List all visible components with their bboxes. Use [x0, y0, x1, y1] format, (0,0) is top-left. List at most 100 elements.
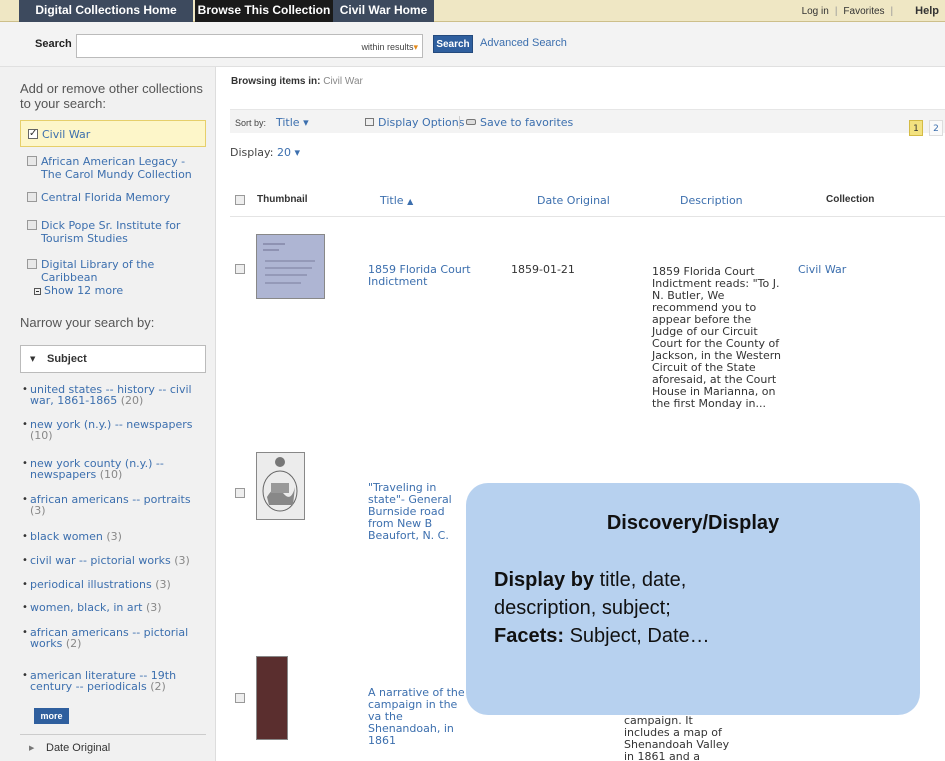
subject-item[interactable]: • african americans -- portraits (3): [22, 494, 206, 516]
triangle-down-icon: ▼: [30, 355, 36, 363]
collection-label: Civil War: [42, 128, 91, 141]
divider: [459, 116, 460, 129]
display-value: 20: [276, 146, 291, 159]
chevron-down-icon: ▾: [413, 42, 418, 52]
subject-label: periodical illustrations: [30, 578, 152, 591]
result-title-link[interactable]: A narrative of the campaign in the va th…: [368, 687, 472, 747]
tab-digital-collections-home[interactable]: Digital Collections Home: [19, 0, 193, 22]
collection-item-digital-library-caribbean[interactable]: Digital Library of the Caribbean: [20, 258, 206, 284]
callout-facets-text: Subject, Date…: [564, 625, 710, 647]
tab-browse-this-collection[interactable]: Browse This Collection: [195, 0, 333, 22]
page-2-button[interactable]: 2: [929, 120, 943, 136]
tab-civil-war-home[interactable]: Civil War Home: [333, 0, 434, 22]
subject-item[interactable]: • african americans -- pictorial works (2…: [22, 626, 206, 650]
advanced-search-link[interactable]: Advanced Search: [480, 37, 567, 49]
subject-item[interactable]: • women, black, in art (3): [22, 601, 206, 614]
subject-item[interactable]: • american literature -- 19th century -- …: [22, 670, 206, 692]
subject-item[interactable]: • united states -- history -- civil war, …: [22, 384, 206, 406]
subject-item[interactable]: • black women (3): [22, 531, 206, 542]
display-options-link[interactable]: Display Options: [378, 116, 465, 129]
sort-ascending-icon: ▲: [407, 197, 414, 206]
checkbox-icon[interactable]: [27, 220, 37, 230]
result-title-link[interactable]: "Traveling in state"- General Burnside r…: [368, 482, 468, 542]
checkbox-icon[interactable]: [27, 259, 37, 269]
checkbox-icon[interactable]: [28, 127, 38, 140]
display-count-selector[interactable]: Display: 20 ▾: [230, 146, 300, 159]
subject-item[interactable]: • periodical illustrations (3): [22, 578, 206, 591]
subject-label: women, black, in art: [30, 601, 143, 614]
column-title-label: Title: [380, 194, 404, 207]
callout-display-text: title, date,: [594, 569, 687, 591]
collection-label: Digital Library of the Caribbean: [41, 258, 155, 284]
select-all-checkbox[interactable]: [235, 195, 245, 205]
subject-label: african americans -- pictorial works: [30, 626, 189, 650]
callout-facets-label: Facets:: [494, 625, 565, 647]
favorites-icon: [466, 119, 476, 125]
narrow-search-heading: Narrow your search by:: [20, 315, 155, 330]
page-1-button[interactable]: 1: [909, 120, 923, 136]
separator: |: [834, 6, 838, 17]
result-collection-link[interactable]: Civil War: [798, 264, 846, 276]
search-input[interactable]: within results▾: [76, 34, 423, 58]
subject-item[interactable]: • new york county (n.y.) -- newspapers (1…: [22, 457, 206, 481]
date-original-facet-header[interactable]: ▶ Date Original: [20, 734, 206, 761]
separator: |: [890, 6, 894, 17]
collection-item-civil-war[interactable]: Civil War: [20, 120, 206, 147]
plus-icon: [34, 288, 41, 295]
sidebar: Add or remove other collections to your …: [0, 67, 216, 761]
collection-item-dick-pope[interactable]: Dick Pope Sr. Institute for Tourism Stud…: [20, 219, 206, 245]
thumbnail-image[interactable]: [256, 452, 305, 520]
row-checkbox[interactable]: [235, 693, 245, 703]
row-checkbox[interactable]: [235, 488, 245, 498]
browsing-breadcrumb: Browsing items in: Civil War: [231, 76, 363, 87]
bullet-icon: •: [22, 670, 28, 681]
thumbnail-image[interactable]: [256, 234, 325, 299]
column-description[interactable]: Description: [680, 194, 743, 207]
more-subjects-button[interactable]: more: [34, 708, 69, 724]
bullet-icon: •: [22, 555, 28, 566]
display-options-icon: [365, 118, 374, 126]
sort-value: Title: [276, 116, 300, 129]
bullet-icon: •: [22, 579, 28, 590]
result-title-link[interactable]: 1859 Florida Court Indictment: [368, 264, 488, 288]
subject-facet-header[interactable]: ▼ Subject: [20, 345, 206, 373]
sort-dropdown[interactable]: Title ▾: [276, 116, 309, 129]
column-title-sort[interactable]: Title ▲: [380, 194, 413, 207]
results-toolbar: Sort by: Title ▾ Display Options Save to…: [230, 109, 945, 133]
subject-label: civil war -- pictorial works: [30, 554, 171, 567]
login-link[interactable]: Log in: [802, 1, 829, 23]
subject-count: (10): [30, 429, 53, 442]
row-checkbox[interactable]: [235, 264, 245, 274]
subject-item[interactable]: • civil war -- pictorial works (3): [22, 554, 206, 567]
show-more-collections-link[interactable]: Show 12 more: [34, 284, 123, 297]
display-label: Display:: [230, 146, 274, 159]
column-collection: Collection: [826, 194, 875, 205]
checkbox-icon[interactable]: [27, 156, 37, 166]
result-description: campaign. It includes a map of Shenandoa…: [624, 714, 730, 761]
checkbox-icon[interactable]: [27, 192, 37, 202]
facet-label: Subject: [47, 353, 87, 365]
collection-item-african-american-legacy[interactable]: African American Legacy - The Carol Mund…: [20, 155, 206, 181]
result-date: 1859-01-21: [511, 263, 575, 276]
subject-count: (10): [99, 468, 123, 481]
thumbnail-image[interactable]: [256, 656, 288, 740]
annotation-callout: Discovery/Display Display by title, date…: [466, 483, 920, 715]
search-bar: Search within results▾ Search Advanced S…: [0, 22, 945, 67]
subject-label: new york (n.y.) -- newspapers: [30, 418, 193, 431]
help-link[interactable]: Help: [915, 0, 945, 22]
subject-item[interactable]: • new york (n.y.) -- newspapers (10): [22, 418, 206, 442]
subject-count: (3): [174, 554, 190, 567]
subject-count: (3): [155, 578, 171, 591]
column-thumbnail: Thumbnail: [257, 194, 308, 205]
favorites-link[interactable]: Favorites: [843, 1, 884, 23]
facet-label: Date Original: [46, 742, 111, 754]
column-date-original[interactable]: Date Original: [537, 194, 610, 207]
collection-item-central-florida-memory[interactable]: Central Florida Memory: [20, 191, 206, 204]
within-results-label: within results: [361, 42, 414, 52]
subject-label: new york county (n.y.) -- newspapers: [30, 457, 164, 481]
search-button[interactable]: Search: [433, 35, 473, 53]
collections-heading: Add or remove other collections to your …: [20, 81, 203, 111]
within-results-dropdown[interactable]: within results▾: [361, 42, 418, 53]
save-to-favorites-link[interactable]: Save to favorites: [480, 116, 573, 129]
triangle-right-icon: ▶: [29, 744, 35, 752]
